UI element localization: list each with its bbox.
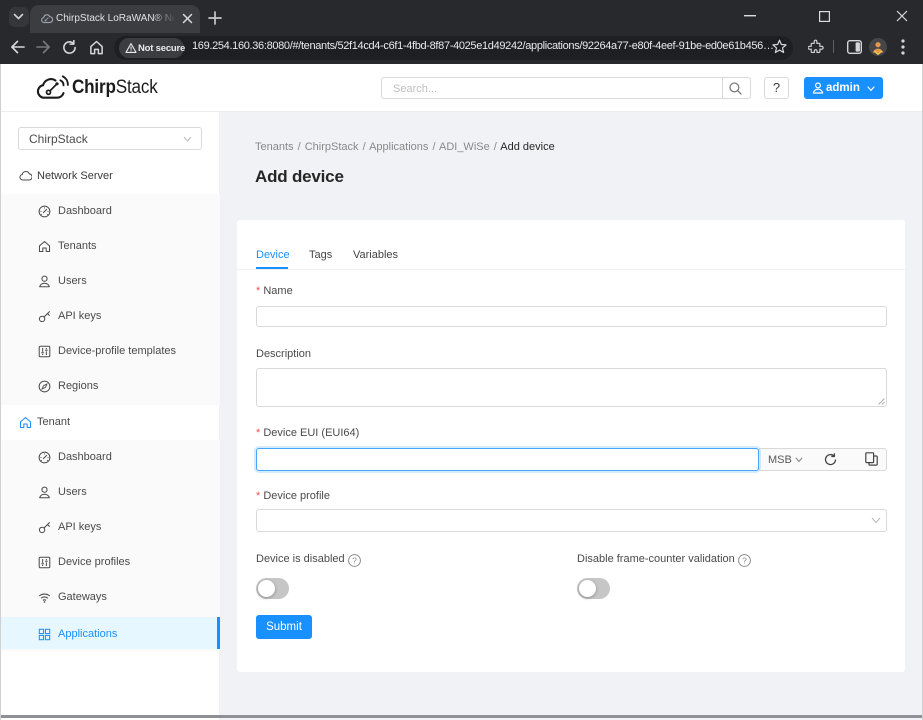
svg-text:?: ? (742, 555, 747, 565)
svg-text:?: ? (352, 555, 357, 565)
